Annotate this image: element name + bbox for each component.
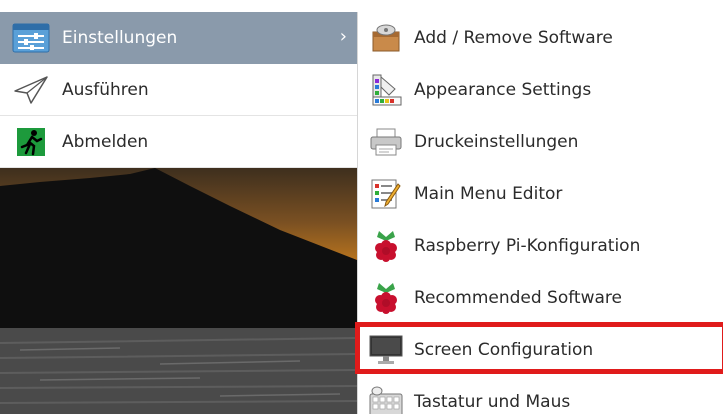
submenu-item-druckeinstellungen[interactable]: Druckeinstellungen	[358, 116, 723, 168]
submenu-item-label: Recommended Software	[414, 288, 622, 308]
submenu-item-label: Tastatur und Maus	[414, 392, 571, 412]
submenu-item-label: Druckeinstellungen	[414, 132, 579, 152]
submenu-item-add-remove-software[interactable]: Add / Remove Software	[358, 12, 723, 64]
menu-editor-icon	[368, 176, 404, 212]
main-menu: Einstellungen › Ausführen Abmelden	[0, 12, 357, 168]
submenu-item-appearance-settings[interactable]: Appearance Settings	[358, 64, 723, 116]
submenu-item-recommended-software[interactable]: Recommended Software	[358, 272, 723, 324]
menu-item-ausfuehren[interactable]: Ausführen	[0, 64, 357, 116]
submenu-item-tastatur-und-maus[interactable]: Tastatur und Maus	[358, 376, 723, 414]
desktop-wallpaper	[0, 168, 357, 414]
submenu-item-raspberry-pi-konfiguration[interactable]: Raspberry Pi-Konfiguration	[358, 220, 723, 272]
submenu-item-label: Raspberry Pi-Konfiguration	[414, 236, 641, 256]
printer-icon	[368, 124, 404, 160]
chevron-right-icon: ›	[339, 26, 347, 47]
menu-item-label: Einstellungen	[62, 28, 178, 48]
menu-item-abmelden[interactable]: Abmelden	[0, 116, 357, 168]
submenu-item-label: Add / Remove Software	[414, 28, 613, 48]
menu-item-einstellungen[interactable]: Einstellungen ›	[0, 12, 357, 64]
settings-submenu: Add / Remove Software Appearance Setting…	[357, 12, 723, 414]
submenu-item-screen-configuration[interactable]: Screen Configuration	[358, 324, 723, 376]
submenu-item-label: Screen Configuration	[414, 340, 594, 360]
package-box-icon	[368, 20, 404, 56]
menu-item-label: Ausführen	[62, 79, 149, 100]
keyboard-mouse-icon	[368, 384, 404, 414]
submenu-item-label: Appearance Settings	[414, 80, 592, 100]
submenu-item-label: Main Menu Editor	[414, 184, 563, 204]
wallpaper-image	[0, 168, 357, 414]
submenu-item-main-menu-editor[interactable]: Main Menu Editor	[358, 168, 723, 220]
menu-item-label: Abmelden	[62, 131, 149, 152]
raspberry-icon	[368, 228, 404, 264]
monitor-icon	[368, 332, 404, 368]
paper-plane-icon	[10, 73, 52, 107]
raspberry-icon	[368, 280, 404, 316]
running-exit-icon	[10, 125, 52, 159]
color-palette-icon	[368, 72, 404, 108]
settings-sliders-icon	[10, 21, 52, 55]
